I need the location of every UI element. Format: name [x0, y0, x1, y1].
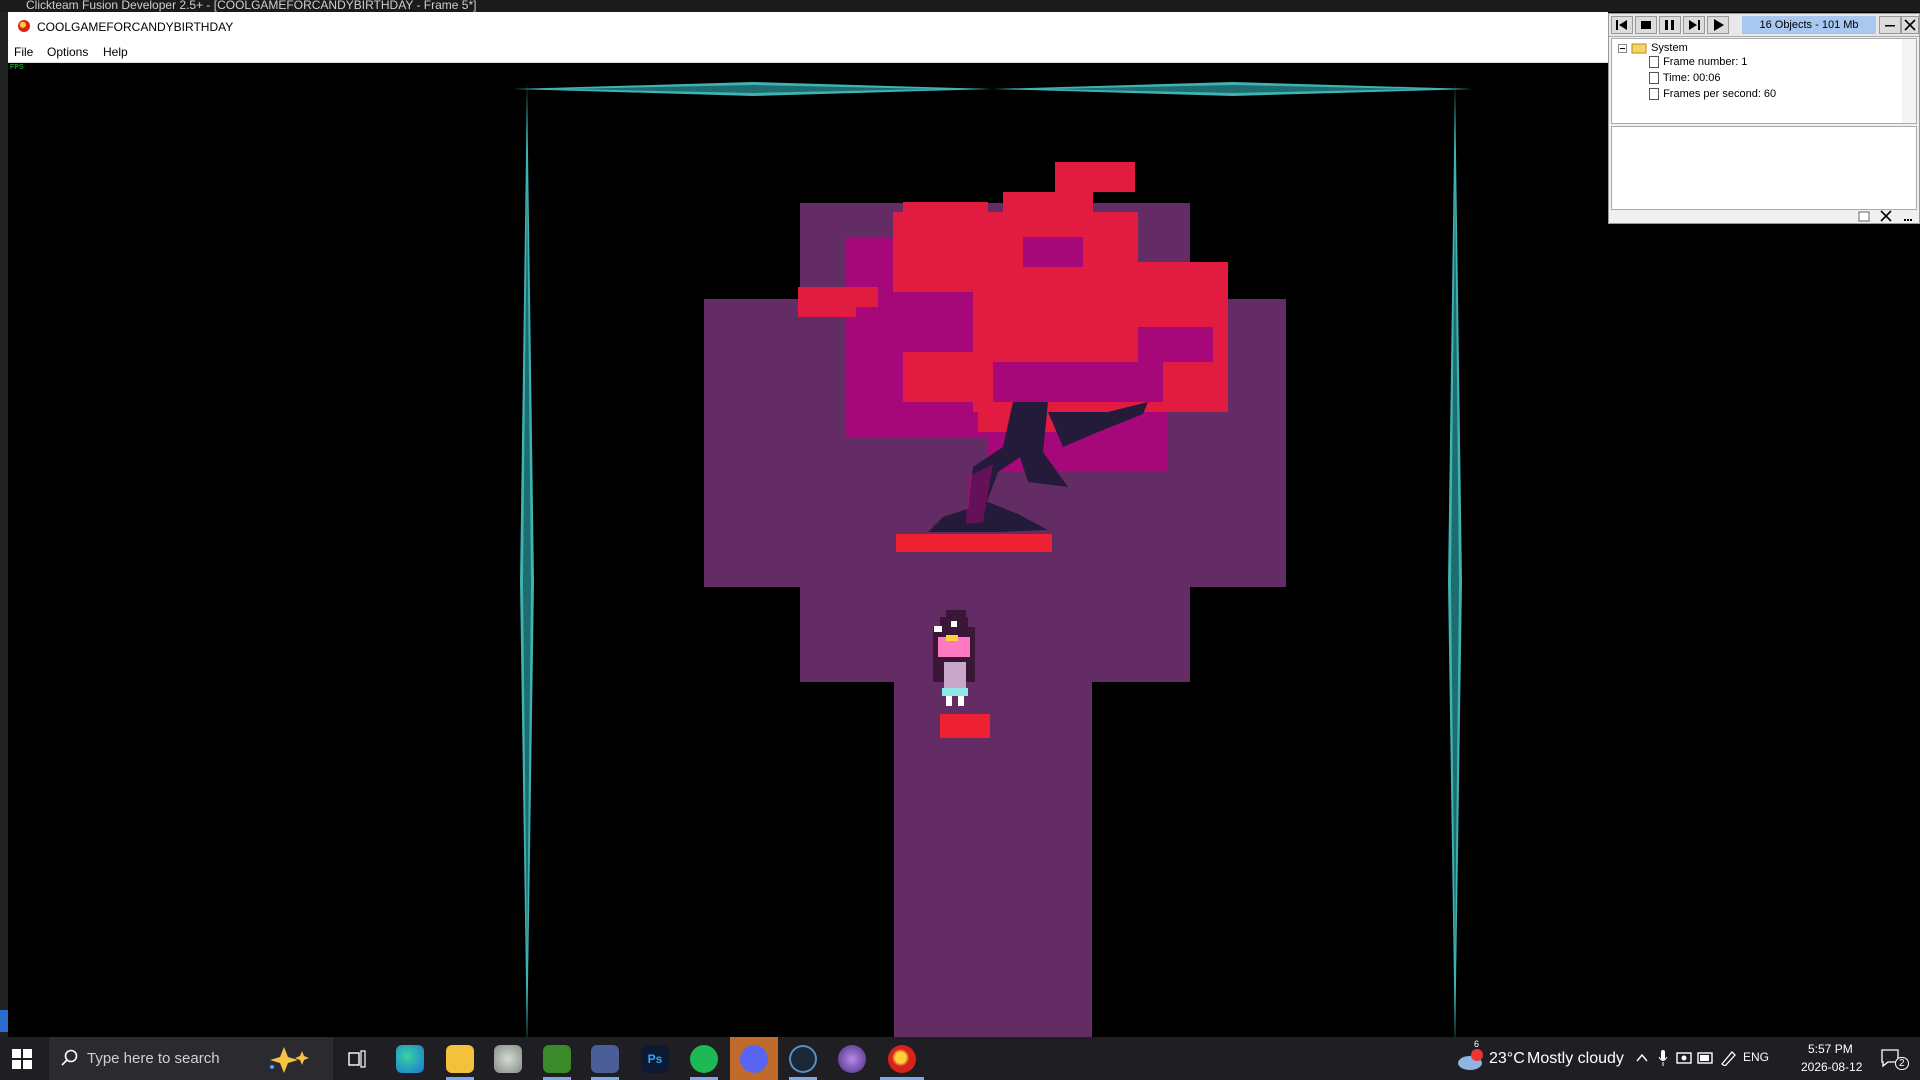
chevron-up-icon[interactable]: [1636, 1053, 1648, 1063]
step-button[interactable]: [1683, 16, 1705, 34]
debugger-minimize-button[interactable]: [1879, 16, 1901, 34]
clickteam-icon[interactable]: [888, 1045, 916, 1073]
background-window-title: Clickteam Fusion Developer 2.5+ - [COOLG…: [0, 0, 1920, 12]
title-bar[interactable]: COOLGAMEFORCANDYBIRTHDAY: [8, 12, 1608, 42]
language-indicator[interactable]: ENG: [1743, 1050, 1769, 1064]
weather-temp[interactable]: 23°C: [1489, 1050, 1525, 1068]
close-icon: [1904, 19, 1916, 31]
weather-condition[interactable]: Mostly cloudy: [1527, 1050, 1624, 1068]
camera-icon[interactable]: [1676, 1050, 1692, 1066]
tree-item-label: Frames per second: 60: [1663, 88, 1777, 100]
document-icon: [1649, 72, 1659, 85]
tree-item-label: Frame number: 1: [1663, 56, 1748, 68]
game-scene-svg: [418, 82, 1568, 1050]
rewind-button[interactable]: [1611, 16, 1633, 34]
app-icon[interactable]: [838, 1045, 866, 1073]
save-point: [896, 534, 1052, 552]
document-icon: [1649, 56, 1659, 69]
character-save-point: [940, 714, 990, 738]
background-window-title-text: Clickteam Fusion Developer 2.5+ - [COOLG…: [26, 0, 477, 12]
tree-scrollbar[interactable]: [1902, 39, 1916, 123]
tree-item-label: Time: 00:06: [1662, 72, 1721, 84]
start-button[interactable]: [12, 1049, 32, 1074]
app-logo-icon: [18, 20, 30, 32]
battery-icon[interactable]: [1697, 1051, 1715, 1065]
remove-watch-button[interactable]: [1877, 210, 1895, 224]
clock-time[interactable]: 5:57 PM: [1808, 1042, 1853, 1056]
debugger-tree: System Frame number: 1 Time: 00:06 Frame…: [1611, 38, 1917, 124]
app-icon[interactable]: [494, 1045, 522, 1073]
document-icon: [1649, 88, 1659, 101]
search-box[interactable]: Type here to search: [49, 1037, 333, 1080]
menu-file[interactable]: File: [14, 45, 33, 59]
window-title: COOLGAMEFORCANDYBIRTHDAY: [37, 20, 234, 34]
minecraft-icon[interactable]: [543, 1045, 571, 1073]
more-button[interactable]: [1899, 210, 1917, 224]
pause-button[interactable]: [1659, 16, 1681, 34]
background-window-edge: [0, 12, 8, 1037]
tree-node-system[interactable]: System: [1618, 42, 1688, 54]
close-icon: [1880, 210, 1892, 222]
stop-icon: [1641, 21, 1651, 29]
menu-bar: File Options Help: [8, 42, 1608, 63]
stop-button[interactable]: [1635, 16, 1657, 34]
app-icon[interactable]: [591, 1045, 619, 1073]
notifications-count: 2: [1895, 1057, 1909, 1070]
debugger-close-button[interactable]: [1901, 16, 1919, 34]
background-window-edge-highlight: [0, 1010, 8, 1032]
rewind-icon: [1616, 20, 1627, 30]
fps-counter: FPS: [10, 64, 24, 71]
game-window: COOLGAMEFORCANDYBIRTHDAY File Options He…: [8, 12, 1608, 1050]
tree-item-frame-number[interactable]: Frame number: 1: [1648, 56, 1748, 69]
debugger-status: 16 Objects - 101 Mb: [1742, 16, 1876, 34]
pen-icon[interactable]: [1720, 1050, 1736, 1066]
system-tray: 6 23°C Mostly cloudy ENG 5:57 PM 2026-08…: [1453, 1037, 1920, 1080]
microphone-icon[interactable]: [1658, 1050, 1668, 1066]
play-icon: [1714, 19, 1724, 31]
debugger-details-area: [1611, 126, 1917, 210]
discord-icon[interactable]: [740, 1045, 768, 1073]
folder-icon: [1618, 43, 1647, 54]
steam-icon[interactable]: [789, 1045, 817, 1073]
edge-icon[interactable]: [396, 1045, 424, 1073]
file-explorer-icon[interactable]: [446, 1045, 474, 1073]
debugger-bottom-bar: [1609, 210, 1919, 224]
copilot-icon[interactable]: [264, 1045, 314, 1073]
minimize-icon: [1885, 25, 1895, 27]
step-icon: [1689, 20, 1700, 30]
windows-icon: [12, 1049, 32, 1069]
pause-icon: [1665, 20, 1674, 30]
tree-root-label: System: [1651, 42, 1688, 54]
search-icon: [61, 1049, 78, 1066]
menu-help[interactable]: Help: [103, 45, 128, 59]
more-icon: [1904, 219, 1912, 221]
game-scene[interactable]: [8, 62, 1608, 1050]
tree-item-fps[interactable]: Frames per second: 60: [1648, 88, 1777, 101]
add-watch-button[interactable]: [1855, 210, 1873, 224]
photoshop-icon[interactable]: Ps: [641, 1045, 669, 1073]
tree-item-time[interactable]: Time: 00:06: [1648, 72, 1721, 85]
task-view-icon[interactable]: [348, 1050, 366, 1068]
taskbar: Type here to search Ps 6 23°C Mostly clo…: [0, 1037, 1920, 1080]
new-window-icon: [1858, 211, 1870, 222]
spotify-icon[interactable]: [690, 1045, 718, 1073]
clock-date[interactable]: 2026-08-12: [1801, 1060, 1862, 1074]
menu-options[interactable]: Options: [47, 45, 88, 59]
debugger-toolbar: 16 Objects - 101 Mb: [1609, 14, 1919, 37]
play-button[interactable]: [1707, 16, 1729, 34]
search-placeholder: Type here to search: [87, 1050, 220, 1067]
weather-cloud-icon[interactable]: [1457, 1047, 1485, 1071]
weather-badge: 6: [1474, 1039, 1480, 1049]
debugger-panel: 16 Objects - 101 Mb System Frame number:…: [1608, 13, 1920, 224]
